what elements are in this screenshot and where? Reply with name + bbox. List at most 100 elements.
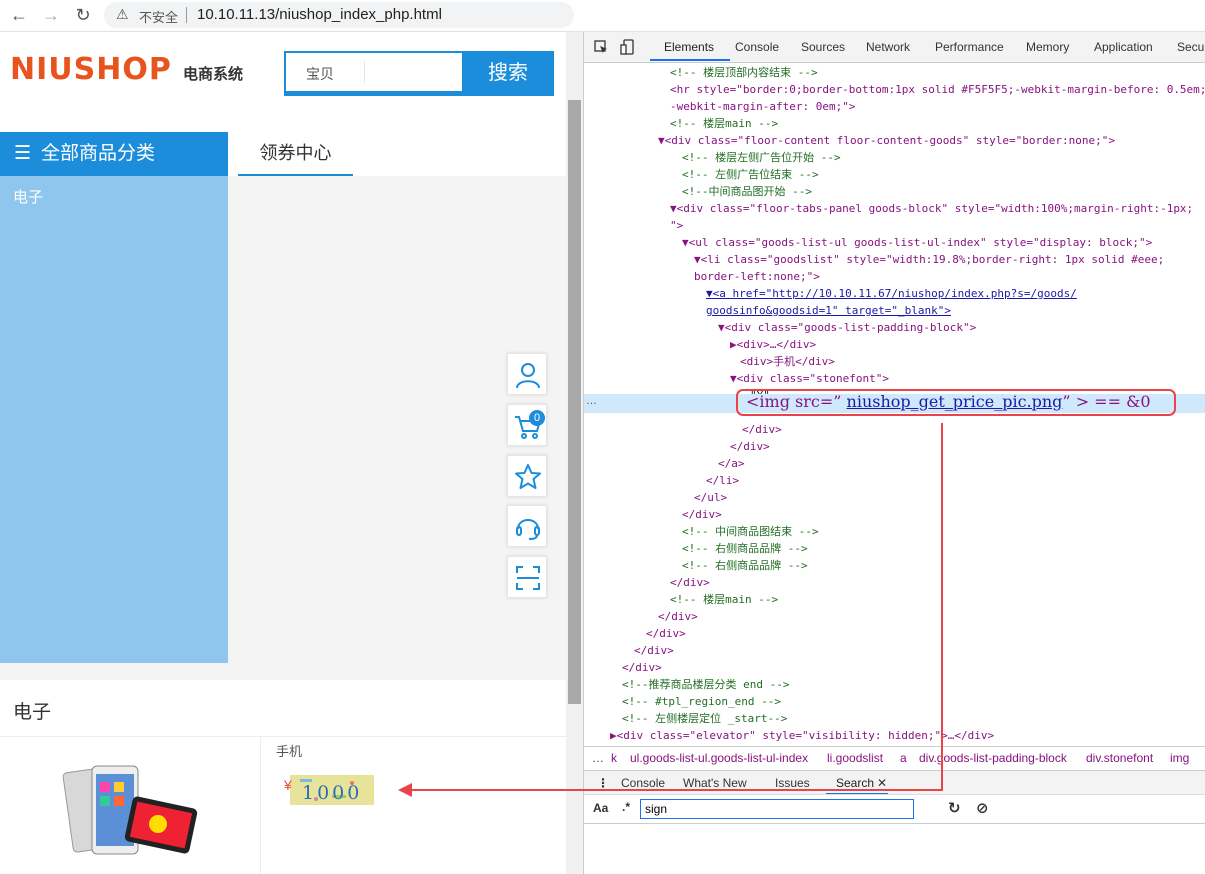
dom-line[interactable]: </a> xyxy=(718,455,745,472)
dom-line[interactable]: goodsinfo&goodsid=1" target="_blank"> xyxy=(706,302,951,319)
drawer-tab-bar: ⋮ Console What's New Issues Search ✕ xyxy=(584,770,1205,795)
tab-network[interactable]: Network xyxy=(866,40,910,54)
reload-icon[interactable]: ↻ xyxy=(72,4,94,26)
devtools-tab-bar: Elements Console Sources Network Perform… xyxy=(584,32,1205,63)
breadcrumb-item[interactable]: k xyxy=(611,751,617,765)
dom-line[interactable]: <!-- 楼层main --> xyxy=(670,115,778,132)
device-toolbar-icon[interactable] xyxy=(620,39,634,55)
refresh-icon[interactable]: ↻ xyxy=(948,799,961,817)
dom-line[interactable]: ▶<div>…</div> xyxy=(730,336,816,353)
scan-icon xyxy=(516,566,540,590)
dom-line[interactable]: border-left:none;"> xyxy=(694,268,820,285)
tab-application[interactable]: Application xyxy=(1094,40,1153,54)
breadcrumb-item[interactable]: ul.goods-list-ul.goods-list-ul-index xyxy=(630,751,808,765)
shop-logo[interactable]: NIUSHOP xyxy=(10,52,172,87)
dom-line[interactable]: </div> xyxy=(646,625,686,642)
user-button[interactable] xyxy=(507,353,547,395)
price-captcha-text: 1000 xyxy=(302,782,362,804)
dom-line[interactable]: <hr style="border:0;border-bottom:1px so… xyxy=(670,81,1205,98)
regex-toggle[interactable]: .* xyxy=(622,800,630,814)
search-category[interactable]: 宝贝 xyxy=(306,64,334,84)
match-case-toggle[interactable]: Aa xyxy=(593,801,608,815)
dom-line[interactable]: <!-- 中间商品图结束 --> xyxy=(682,523,819,540)
dom-line[interactable]: ▶<div class="elevator" style="visibility… xyxy=(610,727,994,742)
support-button[interactable] xyxy=(507,505,547,547)
tab-coupon-center[interactable]: 领券中心 xyxy=(238,132,353,176)
selected-node-text[interactable]: <img src=” niushop_get_price_pic.png” > … xyxy=(746,392,1151,411)
dom-line[interactable]: </ul> xyxy=(694,489,727,506)
inspect-icon[interactable] xyxy=(594,40,608,54)
product-name[interactable]: 手机 xyxy=(276,741,302,760)
dom-line[interactable]: ▼<div class="floor-tabs-panel goods-bloc… xyxy=(670,200,1193,217)
breadcrumb-item[interactable]: div.stonefont xyxy=(1086,751,1153,765)
dom-line[interactable]: <!-- 左侧楼层定位 _start--> xyxy=(622,710,787,727)
scan-button[interactable] xyxy=(507,556,547,598)
dom-line[interactable]: <!-- 楼层左侧广告位开始 --> xyxy=(682,149,841,166)
dom-line[interactable]: <div>手机</div> xyxy=(740,353,835,370)
dom-line[interactable]: <!--中间商品图开始 --> xyxy=(682,183,812,200)
breadcrumb-item[interactable]: li.goodslist xyxy=(827,751,883,765)
back-icon[interactable]: ← xyxy=(8,4,30,26)
dom-line[interactable]: </div> xyxy=(658,608,698,625)
tab-elements[interactable]: Elements xyxy=(664,40,714,54)
tab-sources[interactable]: Sources xyxy=(801,40,845,54)
category-header-label: 全部商品分类 xyxy=(41,143,156,164)
dom-line[interactable]: "> xyxy=(670,217,683,234)
breadcrumb-item[interactable]: div.goods-list-padding-block xyxy=(919,751,1067,765)
price-currency: ¥ xyxy=(284,777,292,793)
product-image[interactable] xyxy=(40,762,210,872)
tab-console[interactable]: Console xyxy=(735,40,779,54)
search-toolbar: Aa .* ↻ ⊘ xyxy=(584,794,1205,824)
forward-icon[interactable]: → xyxy=(40,4,62,26)
cart-button[interactable]: 0 xyxy=(507,404,547,446)
category-item-electronics[interactable]: 电子 xyxy=(13,186,43,207)
drawer-tab-whats-new[interactable]: What's New xyxy=(683,776,747,790)
drawer-tab-issues[interactable]: Issues xyxy=(775,776,810,790)
tab-memory[interactable]: Memory xyxy=(1026,40,1069,54)
dom-line[interactable]: <!-- 楼层顶部内容结束 --> xyxy=(670,64,818,81)
drawer-menu-icon[interactable]: ⋮ xyxy=(597,776,609,790)
dom-line[interactable]: ▼<ul class="goods-list-ul goods-list-ul-… xyxy=(682,234,1152,251)
dom-line[interactable]: -webkit-margin-after: 0em;"> xyxy=(670,98,855,115)
dom-line[interactable]: </div> xyxy=(670,574,710,591)
selected-node-suffix: ” > == &0 xyxy=(1062,392,1151,411)
tab-performance[interactable]: Performance xyxy=(935,40,1004,54)
dom-line[interactable]: <!-- 楼层main --> xyxy=(670,591,778,608)
dom-line[interactable]: <!-- 右侧商品品牌 --> xyxy=(682,557,808,574)
address-separator xyxy=(186,7,187,23)
devtools-search-input[interactable] xyxy=(640,799,914,819)
category-header[interactable]: ☰ 全部商品分类 xyxy=(0,132,228,176)
dom-line[interactable]: </div> xyxy=(742,421,782,438)
close-icon[interactable]: ✕ xyxy=(877,776,887,790)
dom-line[interactable]: ▼<div class="goods-list-padding-block"> xyxy=(718,319,976,336)
dom-line[interactable]: ▼<li class="goodslist" style="width:19.8… xyxy=(694,251,1164,268)
address-url[interactable]: 10.10.11.13/niushop_index_php.html xyxy=(197,6,442,23)
favorites-button[interactable] xyxy=(507,455,547,497)
dom-line[interactable]: </div> xyxy=(634,642,674,659)
tab-security[interactable]: Secu xyxy=(1177,40,1204,54)
dom-line[interactable]: ▼<a href="http://10.10.11.67/niushop/ind… xyxy=(706,285,1077,302)
breadcrumb-item[interactable]: img xyxy=(1170,751,1189,765)
selected-node-link[interactable]: niushop_get_price_pic.png xyxy=(847,392,1063,411)
dom-line[interactable]: <!-- 右侧商品品牌 --> xyxy=(682,540,808,557)
drawer-tab-console[interactable]: Console xyxy=(621,776,665,790)
breadcrumb-more[interactable]: … xyxy=(592,751,604,765)
search-button[interactable]: 搜索 xyxy=(462,51,554,93)
page-scrollbar-thumb[interactable] xyxy=(568,100,581,704)
dom-line[interactable]: ▼<div class="floor-content floor-content… xyxy=(658,132,1115,149)
dom-line[interactable]: </div> xyxy=(730,438,770,455)
dom-line[interactable]: </div> xyxy=(622,659,662,676)
clear-icon[interactable]: ⊘ xyxy=(976,799,989,817)
floor-divider xyxy=(0,736,566,737)
dom-line[interactable]: <!-- #tpl_region_end --> xyxy=(622,693,781,710)
dom-line[interactable]: <!-- 左侧广告位结束 --> xyxy=(682,166,819,183)
drawer-tab-search[interactable]: Search xyxy=(836,776,874,790)
more-icon[interactable]: … xyxy=(586,395,597,407)
dom-line[interactable]: </li> xyxy=(706,472,739,489)
dom-line[interactable]: <!--推荐商品楼层分类 end --> xyxy=(622,676,789,693)
dom-line[interactable]: ▼<div class="stonefont"> xyxy=(730,370,889,387)
breadcrumb-item[interactable]: a xyxy=(900,751,907,765)
warning-icon: ⚠ xyxy=(116,6,129,22)
dom-line[interactable]: </div> xyxy=(682,506,722,523)
insecure-label: 不安全 xyxy=(139,10,179,25)
